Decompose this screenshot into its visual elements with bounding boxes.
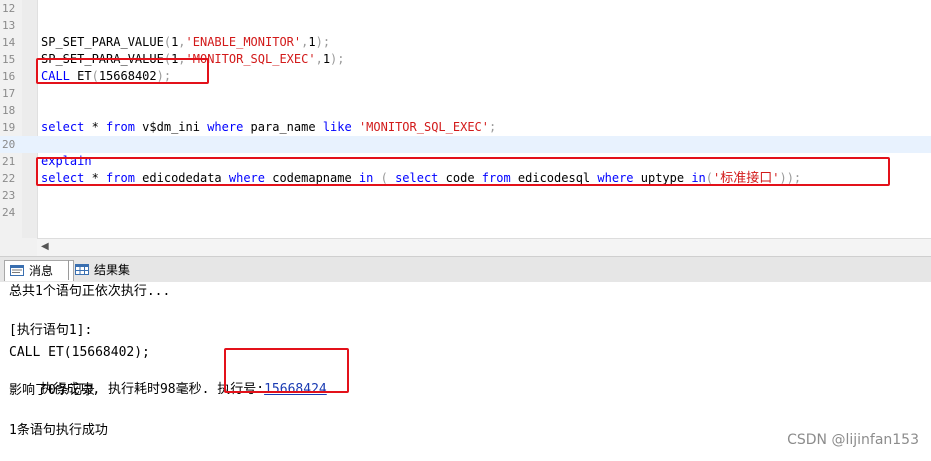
code-token: 'MONITOR_SQL_EXEC' [185, 52, 316, 66]
code-token: from [481, 171, 511, 185]
line-number: 21 [2, 155, 16, 168]
line-number: 18 [2, 104, 16, 117]
code-token: from [106, 120, 135, 134]
code-token: uptype [633, 171, 692, 185]
code-token: select [41, 171, 85, 185]
code-text: CALL ET(15668402); [41, 68, 171, 85]
exec-number-link[interactable]: 15668424 [264, 382, 327, 397]
code-token: SP_SET_PARA_VALUE [41, 35, 164, 49]
code-line[interactable]: 18 [0, 102, 931, 119]
line-number: 13 [2, 19, 16, 32]
code-token: ); [315, 35, 331, 49]
code-token: ; [489, 120, 497, 134]
code-token: select [395, 171, 439, 185]
code-token: in [691, 171, 706, 185]
code-text: SP_SET_PARA_VALUE(1,'ENABLE_MONITOR',1); [41, 34, 330, 51]
code-line[interactable]: 15 SP_SET_PARA_VALUE(1,'MONITOR_SQL_EXEC'… [0, 51, 931, 68]
code-token: select [41, 120, 85, 134]
code-token: 15668402 [98, 69, 157, 83]
code-token: v$dm_ini [134, 120, 208, 134]
code-token: para_name [243, 120, 323, 134]
line-number: 15 [2, 53, 16, 66]
code-token: * [84, 171, 107, 185]
code-text: SP_SET_PARA_VALUE(1,'MONITOR_SQL_EXEC',1… [41, 51, 345, 68]
code-token: edicodedata [134, 171, 229, 185]
horizontal-scrollbar[interactable]: ◀ [37, 238, 931, 257]
code-line[interactable]: 14 SP_SET_PARA_VALUE(1,'ENABLE_MONITOR',1… [0, 34, 931, 51]
code-line[interactable]: 16 CALL ET(15668402); [0, 68, 931, 85]
code-line[interactable]: 23 [0, 187, 931, 204]
code-text: select * from edicodedata where codemapn… [41, 170, 801, 187]
code-token: 1 [308, 35, 316, 49]
code-token: 标准接口 [720, 171, 773, 186]
code-token: ); [156, 69, 172, 83]
line-number: 12 [2, 2, 16, 15]
gutter-footer [0, 238, 37, 256]
code-text: explain [41, 153, 92, 170]
code-token: code [438, 171, 482, 185]
code-token: 'MONITOR_SQL_EXEC' [358, 120, 489, 134]
code-line[interactable]: 13 [0, 17, 931, 34]
message-icon [10, 265, 24, 276]
message-line: 总共1个语句正依次执行... [9, 284, 171, 299]
line-number: 17 [2, 87, 16, 100]
code-line[interactable]: 20 [0, 136, 931, 153]
code-line[interactable]: 17 [0, 85, 931, 102]
tab-divider [58, 260, 69, 280]
grid-icon [75, 264, 89, 275]
code-token: ET [69, 69, 92, 83]
code-token: like [322, 120, 352, 134]
code-token: * [84, 120, 107, 134]
result-tab-bar: 消息 结果集 [0, 256, 931, 283]
chevron-left-icon[interactable]: ◀ [41, 241, 49, 252]
code-token: where [228, 171, 265, 185]
code-token: ); [330, 52, 345, 66]
code-token: , [178, 35, 186, 49]
code-token: where [207, 120, 244, 134]
code-token: )); [779, 171, 802, 185]
tab-results-label: 结果集 [94, 263, 131, 277]
code-token: CALL [41, 69, 70, 83]
code-token: in [358, 171, 374, 185]
tab-results[interactable]: 结果集 [70, 260, 140, 280]
sql-editor[interactable]: 12 13 14 SP_SET_PARA_VALUE(1,'ENABLE_MONITO… [0, 0, 931, 238]
code-token: , [178, 52, 186, 66]
line-number: 24 [2, 206, 16, 219]
message-line: 影响了0条记录 [9, 383, 95, 398]
code-line[interactable]: 12 [0, 0, 931, 17]
line-number: 16 [2, 70, 16, 83]
code-token: ( [705, 171, 713, 185]
message-line: [执行语句1]: [9, 323, 93, 338]
code-token: ( [163, 35, 172, 49]
code-token: codemapname [265, 171, 359, 185]
line-number: 19 [2, 121, 16, 134]
code-line[interactable]: 22 select * from edicodedata where codema… [0, 170, 931, 187]
line-number: 23 [2, 189, 16, 202]
code-line[interactable]: 24 [0, 204, 931, 221]
message-line: 1条语句执行成功 [9, 423, 108, 438]
code-token: SP_SET_PARA_VALUE [41, 52, 164, 66]
code-token: ( [373, 171, 396, 185]
line-number: 20 [2, 138, 16, 151]
code-token: explain [41, 154, 92, 168]
code-token: 'ENABLE_MONITOR' [185, 35, 302, 49]
line-number: 22 [2, 172, 16, 185]
code-token: , [315, 52, 323, 66]
code-token: edicodesql [510, 171, 598, 185]
line-number: 14 [2, 36, 16, 49]
watermark: CSDN @lijinfan153 [787, 432, 919, 448]
code-token: where [597, 171, 634, 185]
code-token: ( [91, 69, 99, 83]
code-token: from [106, 171, 135, 185]
message-line: CALL ET(15668402); [9, 345, 150, 360]
code-token: ( [163, 52, 172, 66]
tab-messages-label: 消息 [29, 264, 54, 278]
code-token: 1 [322, 52, 331, 66]
code-line[interactable]: 21 explain [0, 153, 931, 170]
code-line[interactable]: 19 select * from v$dm_ini where para_name… [0, 119, 931, 136]
code-text: select * from v$dm_ini where para_name l… [41, 119, 496, 136]
